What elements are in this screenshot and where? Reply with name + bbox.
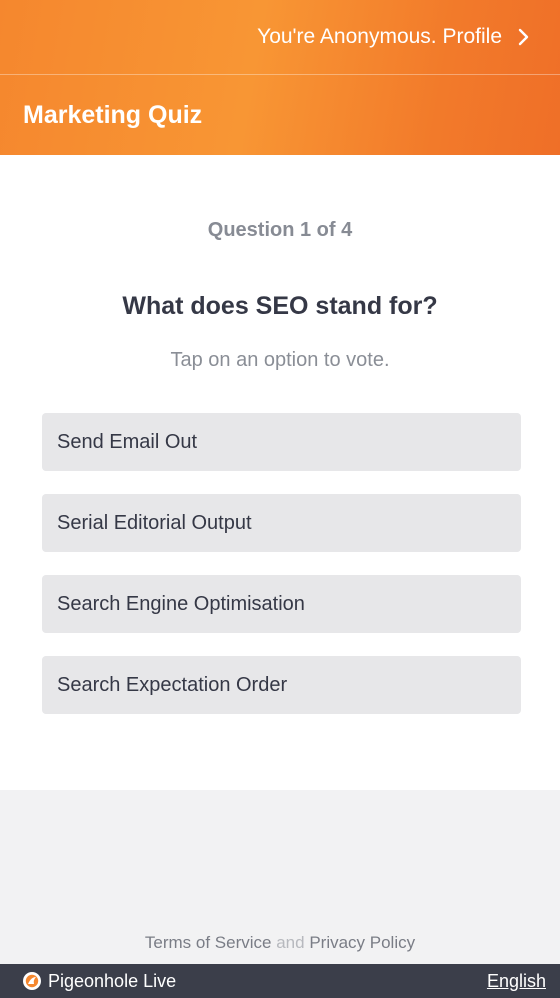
pigeonhole-logo-icon: [23, 972, 41, 990]
question-progress: Question 1 of 4: [207, 219, 353, 241]
profile-link[interactable]: You're Anonymous. Profile: [0, 0, 560, 75]
privacy-policy-link[interactable]: Privacy Policy: [309, 933, 415, 952]
event-title: Marketing Quiz: [23, 100, 203, 129]
legal-conjunction: and: [276, 933, 305, 952]
event-title-bar: Marketing Quiz: [0, 75, 560, 155]
question-text: What does SEO stand for?: [122, 292, 438, 320]
option-list: Send Email Out Serial Editorial Output S…: [42, 413, 521, 737]
brand-name: Pigeonhole Live: [48, 970, 177, 991]
language-selector[interactable]: English: [487, 971, 546, 992]
option-button[interactable]: Serial Editorial Output: [42, 494, 521, 552]
app-footer: Pigeonhole Live English: [0, 964, 560, 998]
app-header: You're Anonymous. Profile Marketing Quiz: [0, 0, 560, 155]
option-button[interactable]: Search Expectation Order: [42, 656, 521, 714]
legal-links: Terms of Service and Privacy Policy: [0, 933, 560, 953]
chevron-right-icon: [518, 28, 529, 46]
profile-link-label: You're Anonymous. Profile: [257, 25, 502, 48]
terms-of-service-link[interactable]: Terms of Service: [145, 933, 272, 952]
quiz-card: Question 1 of 4 What does SEO stand for?…: [0, 155, 560, 790]
option-button[interactable]: Search Engine Optimisation: [42, 575, 521, 633]
brand: Pigeonhole Live: [22, 971, 176, 992]
option-button[interactable]: Send Email Out: [42, 413, 521, 471]
vote-hint: Tap on an option to vote.: [170, 349, 390, 371]
